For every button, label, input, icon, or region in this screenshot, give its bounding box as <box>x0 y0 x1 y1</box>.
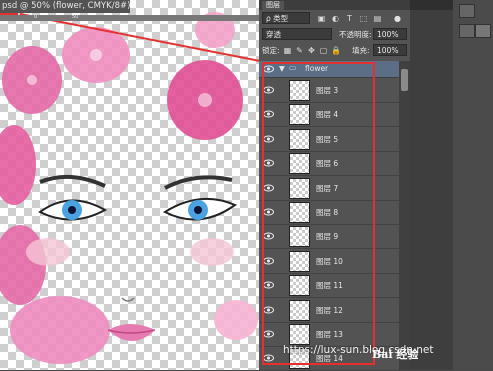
scroll-thumb[interactable] <box>401 69 408 91</box>
fill-label: 填充: <box>352 46 370 55</box>
ruler-mark: 50 <box>72 14 79 20</box>
history-panel-icon[interactable] <box>459 24 475 38</box>
filter-toggle-icon[interactable]: ● <box>393 14 402 23</box>
filter-kind-select[interactable]: ρ 类型 <box>262 12 310 24</box>
opacity-input[interactable]: 100% <box>373 28 407 40</box>
filter-row: ρ 类型 ▣ ◐ T ⬚ ▤ ● <box>259 12 410 26</box>
document-tab[interactable]: psd @ 50% (flower, CMYK/8#) * <box>0 0 130 13</box>
document-canvas[interactable]: psd @ 50% (flower, CMYK/8#) * 0 50 <box>0 0 259 370</box>
face-artwork <box>0 12 259 364</box>
horizontal-ruler: 0 50 <box>0 14 259 21</box>
lock-label: 锁定: <box>262 46 280 55</box>
layers-panel-icon[interactable] <box>475 24 491 38</box>
brush-panel-icon[interactable] <box>459 4 475 18</box>
secondary-panel-column <box>410 0 453 370</box>
blend-row: 穿透 不透明度: 100% <box>259 28 410 42</box>
pixel-filter-icon[interactable]: ▣ <box>317 14 326 23</box>
shape-filter-icon[interactable]: ⬚ <box>359 14 368 23</box>
lock-transparent-icon[interactable]: ▦ <box>283 46 292 55</box>
lock-artboard-icon[interactable]: ▢ <box>319 46 328 55</box>
panel-dock <box>453 0 493 370</box>
lock-row: 锁定: ▦ ✎ ✥ ▢ 🔒 填充: 100% <box>259 44 410 58</box>
lock-position-icon[interactable]: ✥ <box>307 46 316 55</box>
smart-object-filter-icon[interactable]: ▤ <box>373 14 382 23</box>
annotation-highlight-box <box>262 62 375 365</box>
fill-input[interactable]: 100% <box>373 44 407 56</box>
ruler-mark: 0 <box>34 14 38 20</box>
adjustment-filter-icon[interactable]: ◐ <box>331 14 340 23</box>
baidu-jingyan-watermark: Bai 经验 <box>372 348 419 361</box>
lock-all-icon[interactable]: 🔒 <box>331 46 341 55</box>
panel-tab-bar: 图层 <box>259 0 410 10</box>
lock-image-icon[interactable]: ✎ <box>295 46 304 55</box>
type-filter-icon[interactable]: T <box>345 14 354 23</box>
opacity-label: 不透明度: <box>339 30 372 39</box>
layers-scrollbar[interactable] <box>399 61 410 370</box>
tab-layers[interactable]: 图层 <box>262 1 284 10</box>
blend-mode-select[interactable]: 穿透 <box>262 28 332 40</box>
